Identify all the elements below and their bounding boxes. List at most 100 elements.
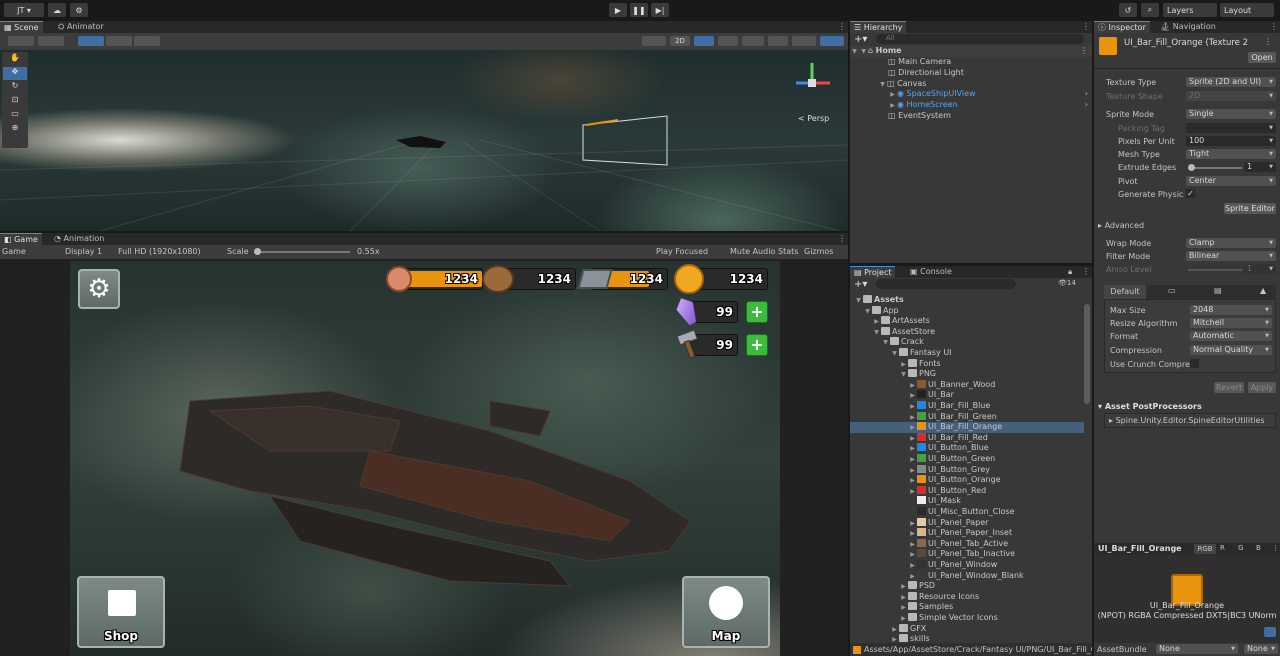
display-dropdown[interactable]: Display 1: [65, 247, 102, 256]
aniso-slider[interactable]: [1188, 269, 1242, 271]
project-item[interactable]: ▶ ArtAssets: [850, 316, 1084, 327]
advanced-foldout[interactable]: ▸ Advanced: [1098, 221, 1144, 230]
preview-b-button[interactable]: B: [1256, 544, 1261, 552]
project-item[interactable]: ▶ GFX: [850, 623, 1084, 635]
game-menu-icon[interactable]: ⋮: [834, 233, 850, 245]
preview-menu-icon[interactable]: ⋮: [1272, 544, 1279, 552]
sprite-mode-dropdown[interactable]: Single: [1186, 109, 1276, 119]
pivot-dropdown[interactable]: Center: [1186, 176, 1276, 186]
max-size-dropdown[interactable]: 2048: [1190, 305, 1272, 315]
project-item[interactable]: UI_Mask: [850, 496, 1084, 507]
layers-dropdown[interactable]: Layers: [1163, 3, 1217, 17]
project-item[interactable]: ▶ Resource Icons: [850, 591, 1084, 603]
gizmos-dropdown[interactable]: [820, 36, 844, 46]
collab-icon[interactable]: ⚙: [70, 3, 88, 17]
tab-animation[interactable]: ◔ Animation: [50, 233, 108, 245]
label-tag-icon[interactable]: [1264, 627, 1276, 637]
project-item[interactable]: ▶ UI_Bar_Fill_Blue: [850, 401, 1084, 412]
preview-r-button[interactable]: R: [1220, 544, 1225, 552]
lock-icon[interactable]: 🔒︎: [1064, 266, 1076, 278]
project-item[interactable]: ▶ UI_Button_Orange: [850, 475, 1084, 486]
sprite-editor-button[interactable]: Sprite Editor: [1224, 203, 1276, 214]
project-item[interactable]: ▼ Crack: [850, 337, 1084, 348]
tab-inspector[interactable]: ⓘ Inspector: [1094, 21, 1150, 33]
hierarchy-item[interactable]: ▼ ▼ ⌂ Home ⋮: [850, 46, 1092, 57]
add-gems-button[interactable]: +: [746, 301, 768, 323]
hierarchy-menu-icon[interactable]: ⋮: [1078, 21, 1094, 33]
persp-label[interactable]: < Persp: [798, 114, 829, 123]
project-item[interactable]: ▶ UI_Panel_Paper_Inset: [850, 528, 1084, 539]
project-item[interactable]: ▶ UI_Button_Blue: [850, 443, 1084, 454]
preview-rgb-button[interactable]: RGB: [1194, 544, 1216, 554]
game-view[interactable]: ⚙ 1234 1234 1234 1234 99 + 99 + Shop Map: [70, 261, 780, 656]
platform-android-icon[interactable]: ▲: [1260, 286, 1266, 295]
variant-dropdown[interactable]: None: [1244, 644, 1278, 654]
project-item[interactable]: ▶ UI_Panel_Window_Blank: [850, 570, 1084, 582]
ppu-input[interactable]: 100: [1186, 136, 1276, 146]
camera-dropdown[interactable]: [792, 36, 816, 46]
effects-dropdown[interactable]: [742, 36, 764, 46]
texture-shape-dropdown[interactable]: 2D: [1186, 91, 1276, 101]
project-item[interactable]: UI_Misc_Button_Close: [850, 507, 1084, 518]
crunch-checkbox[interactable]: [1190, 359, 1199, 368]
hierarchy-item[interactable]: ▶ ◉ SpaceShipUIView ›: [888, 89, 1092, 100]
project-item[interactable]: ▼ Assets: [850, 295, 1084, 306]
hierarchy-item[interactable]: ▼ ◫ Canvas: [878, 79, 926, 90]
transform-tool-icon[interactable]: ⊕: [3, 123, 27, 136]
project-item[interactable]: ▼ App: [850, 305, 1084, 317]
move-tool-icon[interactable]: ✥: [3, 67, 27, 80]
project-item[interactable]: ▶ Samples: [850, 602, 1084, 613]
project-item[interactable]: ▶ UI_Panel_Tab_Active: [850, 538, 1084, 550]
tab-console[interactable]: ▣ Console: [906, 266, 956, 278]
texture-type-dropdown[interactable]: Sprite (2D and UI): [1186, 77, 1276, 87]
format-dropdown[interactable]: Automatic: [1190, 331, 1272, 341]
packing-tag-input[interactable]: [1186, 123, 1276, 133]
search-icon[interactable]: ⌕: [1141, 3, 1159, 17]
postprocessors-foldout[interactable]: ▾ Asset PostProcessors: [1098, 402, 1202, 411]
pivot-dropdown[interactable]: [78, 36, 104, 46]
project-item[interactable]: ▶ UI_Panel_Window: [850, 560, 1084, 571]
apply-button[interactable]: Apply: [1248, 382, 1276, 393]
gen-physics-checkbox[interactable]: ✓: [1186, 189, 1195, 198]
project-menu-icon[interactable]: ⋮: [1078, 266, 1094, 278]
hidden-count[interactable]: 👁︎14: [1058, 279, 1076, 287]
shop-button[interactable]: Shop: [77, 576, 165, 648]
project-item[interactable]: ▼ Fantasy UI: [850, 348, 1084, 359]
step-button[interactable]: ▶|: [651, 3, 669, 17]
inspector-options-icon[interactable]: ⋮: [1264, 37, 1272, 46]
tab-game[interactable]: ◧ Game: [0, 233, 42, 245]
settings-button[interactable]: ⚙: [78, 269, 120, 309]
orientation-gizmo[interactable]: [790, 55, 834, 105]
hierarchy-item[interactable]: ◫ Directional Light: [888, 68, 964, 79]
project-item[interactable]: ▶ UI_Button_Grey: [850, 464, 1084, 476]
tab-hierarchy[interactable]: ☰ Hierarchy: [850, 21, 907, 33]
tab-scene[interactable]: ▦ Scene: [0, 21, 43, 33]
scene-menu-icon[interactable]: ⋮: [834, 21, 850, 33]
hierarchy-search-input[interactable]: All: [876, 34, 1084, 44]
pause-button[interactable]: ❚❚: [630, 3, 648, 17]
tab-animator[interactable]: ⛭ Animator: [54, 21, 108, 33]
open-button[interactable]: Open: [1248, 52, 1276, 63]
account-dropdown[interactable]: JT ▾: [4, 3, 44, 17]
project-search-input[interactable]: [876, 279, 1016, 289]
hand-tool-icon[interactable]: ✋: [3, 53, 27, 66]
audio-toggle[interactable]: [718, 36, 738, 46]
project-item[interactable]: ▶ UI_Button_Green: [850, 454, 1084, 465]
filter-mode-dropdown[interactable]: Bilinear: [1186, 251, 1276, 261]
add-object-button[interactable]: +▾: [854, 34, 867, 45]
render-mode-dropdown[interactable]: [38, 36, 64, 46]
hierarchy-item[interactable]: ◫ EventSystem: [888, 111, 951, 122]
tab-navigation[interactable]: ⛵︎ Navigation: [1156, 21, 1220, 33]
add-hammers-button[interactable]: +: [746, 334, 768, 356]
project-item[interactable]: ▶ PSD: [850, 581, 1084, 592]
cloud-icon[interactable]: ☁: [48, 3, 66, 17]
lighting-toggle[interactable]: [694, 36, 714, 46]
draw-mode-dropdown[interactable]: [8, 36, 34, 46]
project-item[interactable]: ▶ UI_Button_Red: [850, 485, 1084, 497]
project-item[interactable]: ▶ UI_Panel_Tab_Inactive: [850, 549, 1084, 560]
toggle-2d-button[interactable]: 2D: [670, 36, 690, 46]
project-item[interactable]: ▼ PNG: [850, 369, 1084, 380]
rect-tool-icon[interactable]: ▭: [3, 109, 27, 122]
hierarchy-item[interactable]: ◫ Main Camera: [888, 57, 951, 68]
play-focused-dropdown[interactable]: Play Focused: [656, 247, 708, 256]
